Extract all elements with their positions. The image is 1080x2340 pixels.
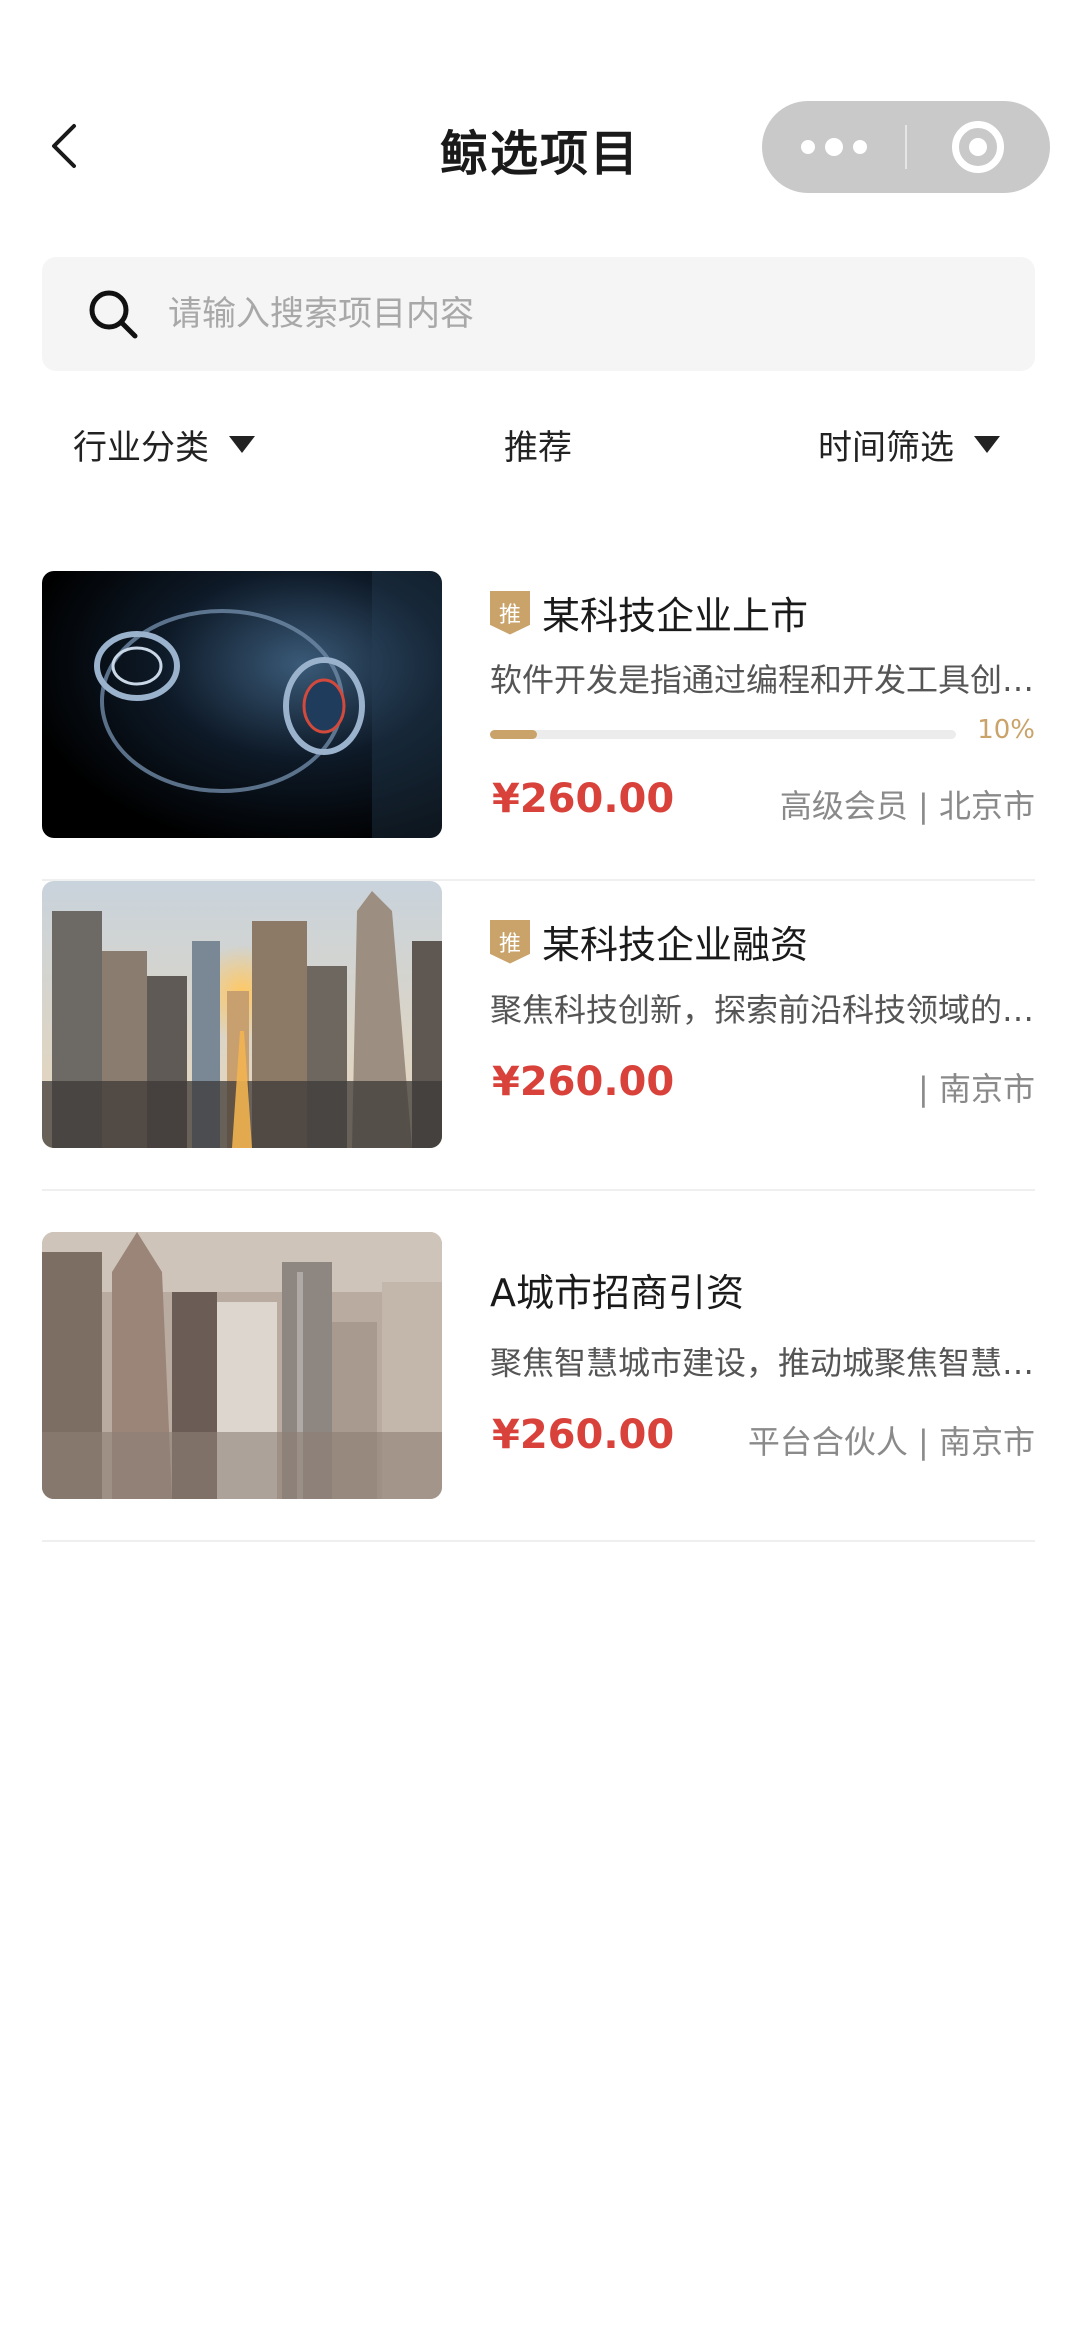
progress-fill [490, 730, 537, 739]
project-title[interactable]: 某科技企业融资 [542, 914, 808, 969]
project-thumbnail[interactable] [42, 881, 442, 1148]
close-button[interactable] [906, 101, 1050, 193]
abstract-glass-image [42, 571, 442, 838]
more-dot-right [853, 140, 867, 154]
project-thumbnail[interactable] [42, 571, 442, 838]
city-skyline-image [42, 881, 442, 1148]
target-dot [969, 138, 987, 156]
project-meta: 高级会员 | 北京市 [779, 787, 1035, 825]
progress-percent: 10% [977, 715, 1035, 745]
filter-industry-label: 行业分类 [73, 428, 209, 468]
filter-time-label: 时间筛选 [818, 428, 954, 468]
more-dot-center [825, 138, 843, 156]
project-title[interactable]: A城市招商引资 [490, 1262, 744, 1317]
city-towers-image [42, 1232, 442, 1499]
search-bar[interactable] [42, 257, 1035, 371]
search-input[interactable] [168, 284, 1035, 344]
search-icon [89, 290, 138, 339]
target-close-icon [952, 121, 1004, 173]
project-price: ¥260.00 [492, 776, 675, 822]
filter-bar: 行业分类 推荐 时间筛选 [0, 420, 1080, 480]
recommend-tag: 推 [490, 590, 530, 635]
project-meta: 平台合伙人 | 南京市 [747, 1423, 1035, 1461]
filter-recommend[interactable]: 推荐 [504, 420, 572, 469]
project-price: ¥260.00 [492, 1412, 675, 1458]
dropdown-triangle-icon [229, 436, 255, 453]
project-item[interactable]: A城市招商引资 聚焦智慧城市建设，推动城聚焦智慧城市建设 ¥260.00 平台合… [42, 1232, 1035, 1542]
project-item[interactable]: 推 某科技企业上市 软件开发是指通过编程和开发工具创建软件应用程序的过程 10%… [42, 571, 1035, 881]
project-description: 聚焦智慧城市建设，推动城聚焦智慧城市建设 [490, 1344, 1035, 1382]
project-description: 软件开发是指通过编程和开发工具创建软件应用程序的过程 [490, 661, 1035, 699]
mini-program-capsule [762, 101, 1050, 193]
recommend-tag: 推 [490, 919, 530, 964]
project-title-row: 推 某科技企业融资 [490, 914, 808, 969]
project-item[interactable]: 推 某科技企业融资 聚焦科技创新，探索前沿科技领域的无限可能 ¥260.00 |… [42, 881, 1035, 1191]
nav-bar: 鲸选项目 [0, 96, 1080, 196]
page: 鲸选项目 行业分类 推荐 时间筛选 [0, 0, 1080, 2340]
project-meta: | 南京市 [918, 1070, 1035, 1108]
filter-recommend-label: 推荐 [504, 428, 572, 468]
more-dots-icon [801, 140, 815, 154]
project-title[interactable]: 某科技企业上市 [542, 585, 808, 640]
more-button[interactable] [762, 101, 906, 193]
project-title-row: 推 某科技企业上市 [490, 585, 808, 640]
dropdown-triangle-icon [974, 436, 1000, 453]
project-thumbnail[interactable] [42, 1232, 442, 1499]
project-title-row: A城市招商引资 [490, 1262, 744, 1317]
project-description: 聚焦科技创新，探索前沿科技领域的无限可能 [490, 991, 1035, 1029]
project-price: ¥260.00 [492, 1059, 675, 1105]
progress-bar [490, 730, 956, 739]
filter-industry[interactable]: 行业分类 [73, 420, 255, 469]
filter-time[interactable]: 时间筛选 [818, 420, 1000, 469]
